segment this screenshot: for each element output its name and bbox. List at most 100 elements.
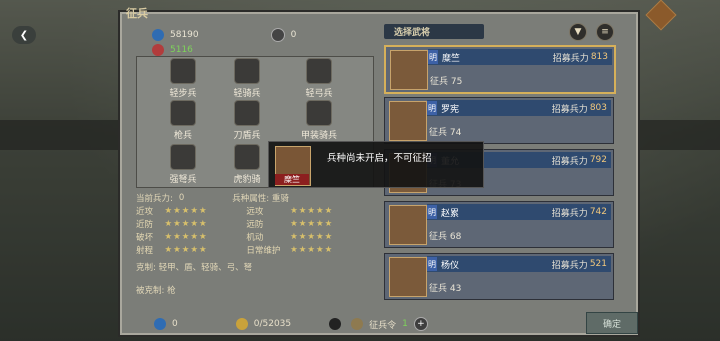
troop-label: 轻步兵 (169, 89, 197, 99)
troop-option[interactable]: 轻弓兵 (288, 58, 350, 99)
troop-figure-icon (234, 58, 260, 84)
troop-option[interactable]: 强弩兵 (152, 144, 214, 185)
recruit-value: 792 (589, 155, 607, 165)
stat-name: 远攻 (246, 206, 264, 217)
grade-badge: 明 (428, 50, 438, 64)
order-value: 1 (402, 319, 408, 329)
tooltip-name: 糜竺 (275, 174, 309, 185)
card-topbar: 明糜竺 招募兵力 813 (428, 49, 612, 65)
troop-option[interactable]: 枪兵 (152, 100, 214, 141)
troop-label: 枪兵 (173, 131, 192, 141)
troops-value: 58190 (170, 29, 199, 40)
troop-option[interactable]: 刀盾兵 (216, 100, 278, 141)
troop-figure-icon (234, 144, 260, 170)
troop-type-label: 兵种属性: 重骑 (232, 193, 289, 204)
stat-stars: ★★★★★ (290, 231, 334, 242)
troop-label: 甲装骑兵 (300, 131, 337, 141)
countered-text: 被克制: 枪 (136, 285, 176, 296)
recruit-value: 521 (589, 259, 607, 269)
recruit-cap: 5116 (170, 44, 193, 55)
general-name: 赵累 (441, 208, 460, 219)
card-topbar: 明杨仪 招募兵力 521 (427, 256, 611, 272)
general-card[interactable]: 明杨仪 招募兵力 521 征兵 43 (384, 253, 614, 300)
troop-figure-icon (234, 100, 260, 126)
stat-name: 近防 (136, 219, 154, 230)
stat-name: 机动 (246, 232, 264, 243)
stat-stars: ★★★★★ (164, 244, 208, 255)
grade-badge: 明 (427, 257, 437, 271)
current-force-label: 当前兵力: (136, 193, 173, 204)
recruit-sub: 征兵 68 (429, 232, 462, 242)
counter-text: 克制: 轻甲、盾、轻骑、弓、弩 (136, 262, 253, 273)
recruit-value: 813 (590, 52, 608, 62)
general-portrait (389, 257, 427, 297)
recruit-value: 742 (589, 207, 607, 217)
troop-option[interactable]: 甲装骑兵 (288, 100, 350, 141)
stat-stars: ★★★★★ (290, 205, 334, 216)
tooltip-message: 兵种尚未开启，不可征招 (327, 153, 432, 164)
list-icon[interactable]: ≡ (596, 23, 614, 41)
gold-icon (235, 318, 248, 330)
troop-figure-icon (170, 144, 196, 170)
stat-name: 近攻 (136, 206, 154, 217)
troop-figure-icon (170, 58, 196, 84)
stat-row: 破坏 ★★★★★ 机动 ★★★★★ (136, 230, 372, 243)
card-topbar: 明罗宪 招募兵力 803 (427, 100, 611, 116)
general-portrait (389, 205, 427, 245)
avatar-icon (270, 27, 285, 42)
recruit-sub: 征兵 75 (430, 77, 463, 87)
recruit-label: 招募兵力 (551, 104, 588, 115)
order-label: 征兵令 (369, 320, 397, 331)
panel-title: 征兵 (126, 7, 148, 20)
card-topbar: 明赵累 招募兵力 742 (427, 204, 611, 220)
current-force-value: 0 (178, 192, 185, 203)
stat-name: 远防 (246, 219, 264, 230)
recruit-sub: 征兵 43 (429, 284, 462, 294)
troop-figure-icon (306, 58, 332, 84)
general-card[interactable]: 明罗宪 招募兵力 803 征兵 74 (384, 97, 614, 144)
troop-option[interactable]: 轻步兵 (152, 58, 214, 99)
troop-stats: 当前兵力: 0 兵种属性: 重骑 近攻 ★★★★★ 远攻 ★★★★★ 近防 ★★★★★ 远防… (136, 191, 372, 311)
troops-icon (154, 318, 166, 330)
player-count: 0 (290, 29, 297, 40)
plus-icon[interactable]: + (413, 317, 428, 331)
recruit-value: 803 (589, 103, 607, 113)
bottom-bar: 0 0/52035 征兵令 1 + (128, 314, 578, 334)
stat-name: 破坏 (136, 232, 154, 243)
troop-option[interactable]: 轻骑兵 (216, 58, 278, 99)
confirm-button[interactable]: 确定 (586, 312, 638, 334)
stat-stars: ★★★★★ (290, 218, 334, 229)
troop-label: 强弩兵 (169, 175, 197, 185)
grade-badge: 明 (427, 101, 437, 115)
troops-icon (152, 28, 164, 41)
stat-row: 近防 ★★★★★ 远防 ★★★★★ (136, 217, 372, 230)
troop-label: 轻骑兵 (233, 89, 261, 99)
grade-badge: 明 (427, 205, 437, 219)
troop-figure-icon (170, 100, 196, 126)
stat-row: 近攻 ★★★★★ 远攻 ★★★★★ (136, 204, 372, 217)
general-portrait (389, 101, 427, 141)
recruit-label: 招募兵力 (551, 260, 588, 271)
stat-stars: ★★★★★ (164, 218, 208, 229)
general-card[interactable]: 明糜竺 招募兵力 813 征兵 75 (384, 45, 616, 94)
recruit-label: 招募兵力 (551, 156, 588, 167)
troop-figure-icon (306, 100, 332, 126)
troop-label: 刀盾兵 (233, 131, 261, 141)
list-header: 选择武将 (384, 24, 484, 39)
order-icon (351, 318, 364, 330)
dark-orb-icon (329, 318, 342, 330)
funnel-icon[interactable]: ▼ (569, 23, 587, 41)
stat-stars: ★★★★★ (290, 244, 334, 255)
recruit-sub: 征兵 74 (429, 128, 462, 138)
general-name: 杨仪 (441, 260, 460, 271)
general-card[interactable]: 明赵累 招募兵力 742 征兵 68 (384, 201, 614, 248)
recruit-label: 招募兵力 (552, 53, 589, 64)
troop-label: 轻弓兵 (305, 89, 333, 99)
stat-stars: ★★★★★ (164, 205, 208, 216)
bottom-gold: 0/52035 (253, 319, 292, 329)
back-arrow-icon[interactable]: ❮ (12, 26, 36, 44)
stat-name: 日常维护 (246, 245, 281, 256)
tooltip: 糜竺 兵种尚未开启，不可征招 (268, 141, 484, 188)
general-portrait (390, 50, 428, 90)
stat-stars: ★★★★★ (164, 231, 208, 242)
